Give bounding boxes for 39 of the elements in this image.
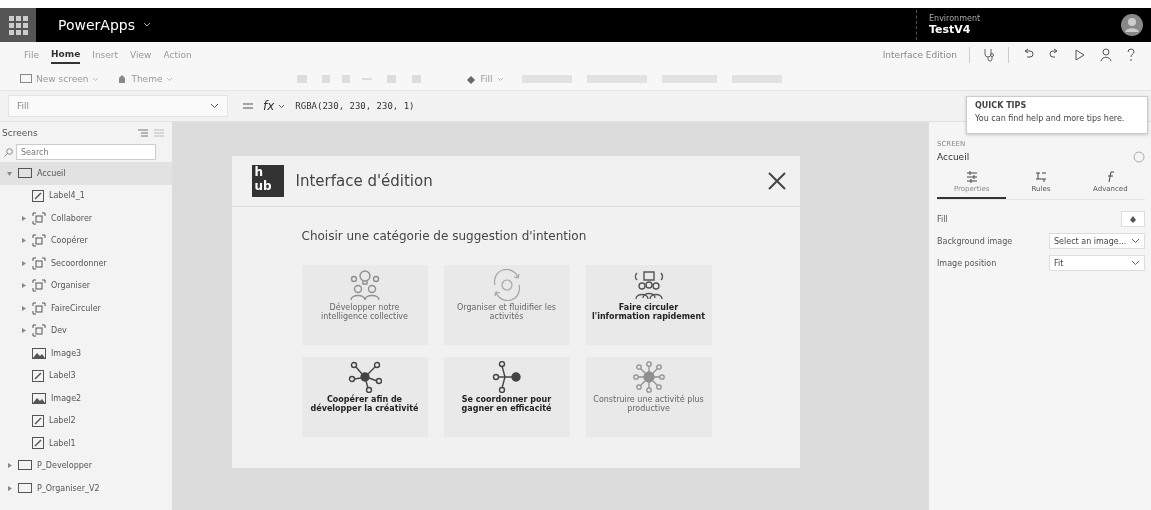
property-dropdown[interactable]: Select an image... <box>1049 233 1145 249</box>
function-button[interactable]: fx <box>263 99 275 113</box>
search-field[interactable]: Search <box>16 144 156 160</box>
app-title[interactable]: PowerApps <box>58 17 135 33</box>
screen-name: Accueil <box>937 152 970 162</box>
property-label: Image position <box>937 258 997 268</box>
tree-item[interactable]: Label3 <box>49 371 76 381</box>
category-tile[interactable]: Faire circuler l'information rapidement <box>585 265 712 345</box>
tree-item[interactable]: Organiser <box>51 281 91 291</box>
menu-tab[interactable]: Home <box>51 46 81 64</box>
hub-logo: h ub <box>251 165 284 197</box>
tips-title: QUICK TIPS <box>975 101 1028 110</box>
category-tile[interactable]: Coopérer afin de développer la créativité <box>301 357 428 437</box>
panel-title: Screens <box>2 128 39 138</box>
tree-item[interactable]: Image2 <box>51 393 82 403</box>
dialog-title: Interface d'édition <box>295 172 434 190</box>
formula-field[interactable]: RGBA(230, 230, 230, 1) <box>295 101 415 111</box>
tree-item[interactable]: Label2 <box>49 416 76 426</box>
property-dropdown[interactable]: Fit <box>1049 255 1145 271</box>
tree-item[interactable]: Collaborer <box>51 213 93 223</box>
tree-item[interactable]: Secoordonner <box>51 258 107 268</box>
property-label: Fill <box>937 214 948 224</box>
tree-item[interactable]: FaireCirculer <box>51 303 101 313</box>
tree-item[interactable]: Dev <box>51 326 67 336</box>
tree-item[interactable]: P_Organiser_V2 <box>37 483 100 493</box>
environment-label: Environment <box>929 14 981 23</box>
tips-text: You can find help and more tips here. <box>975 114 1126 123</box>
property-label: Background image <box>937 236 1013 246</box>
tree-item[interactable]: Image3 <box>51 348 82 358</box>
tree-item[interactable]: Label4_1 <box>49 191 85 201</box>
category-tile[interactable]: Se coordonner pour gagner en efficacité <box>443 357 570 437</box>
property-dropdown[interactable]: Fill <box>8 95 228 117</box>
environment-name[interactable]: TestV4 <box>929 23 971 36</box>
app-name: Interface Edition <box>882 50 957 60</box>
dialog-heading: Choisir une catégorie de suggestion d'intention <box>301 229 588 243</box>
tree-item[interactable]: Accueil <box>37 168 66 178</box>
tree-item[interactable]: Coopérer <box>51 236 88 246</box>
tree-item[interactable]: Label1 <box>49 438 76 448</box>
tree-item[interactable]: P_Developper <box>37 461 93 471</box>
